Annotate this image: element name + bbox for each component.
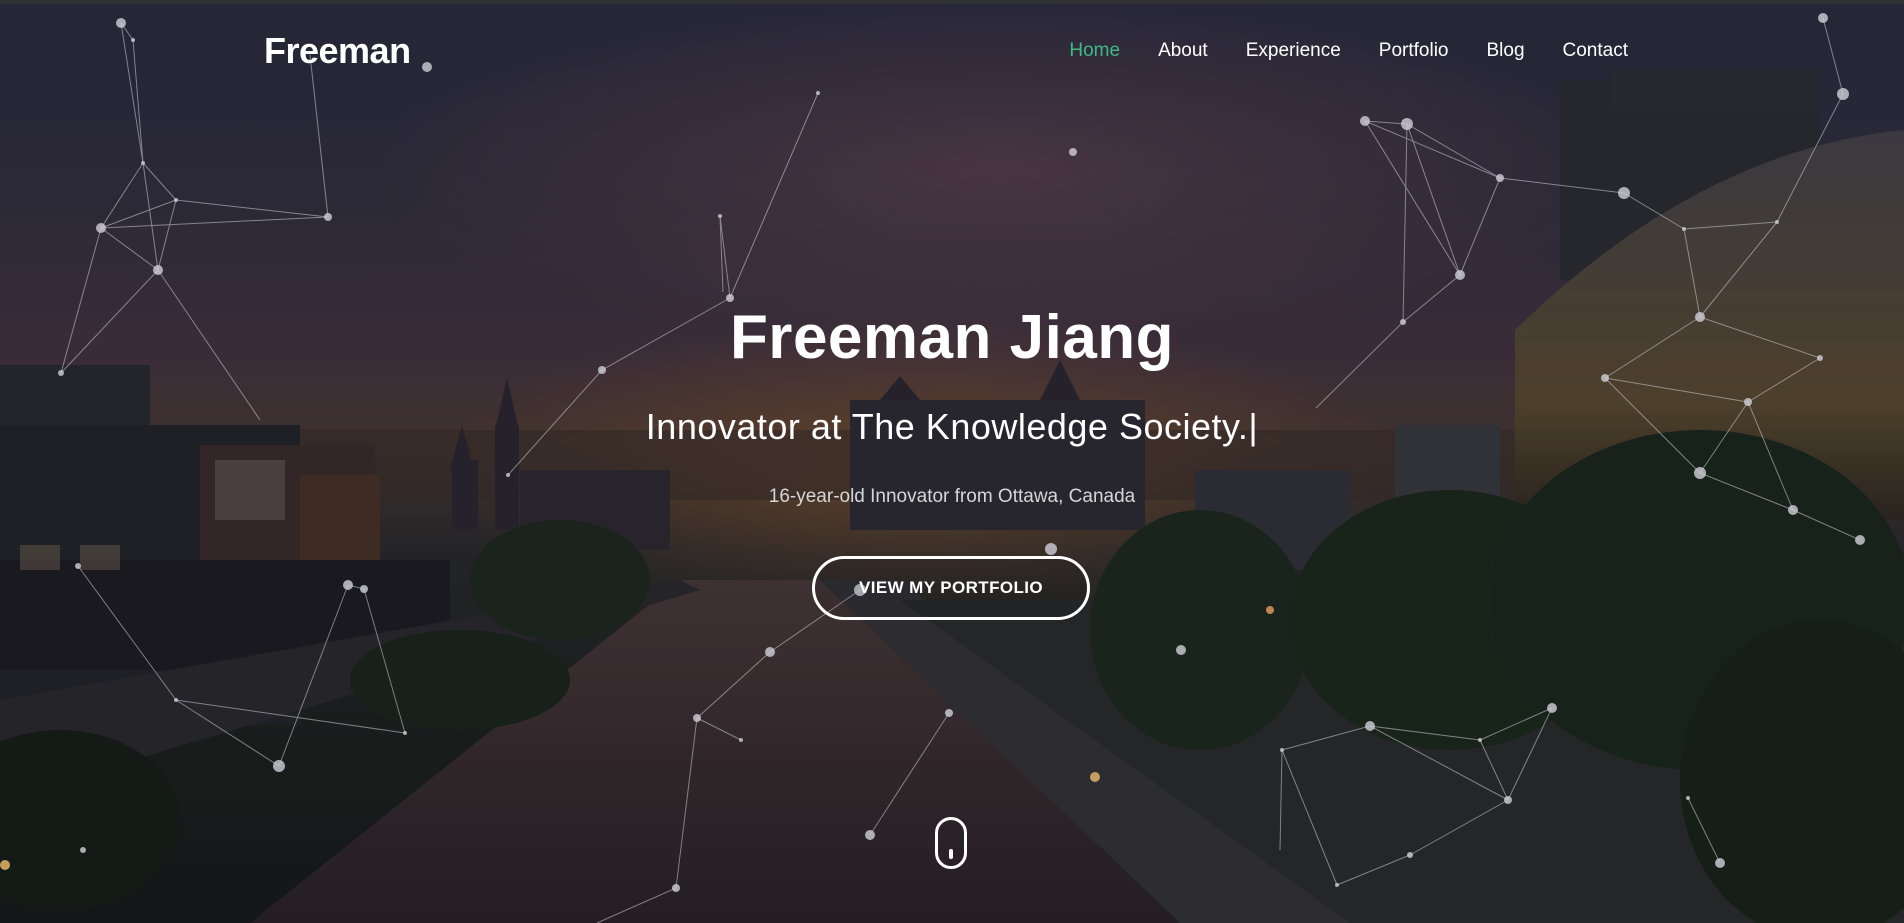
nav-link-experience[interactable]: Experience xyxy=(1246,40,1341,62)
hero-tagline: 16-year-old Innovator from Ottawa, Canad… xyxy=(768,486,1136,507)
particle-network xyxy=(58,13,1865,923)
mouse-scroll-icon[interactable] xyxy=(935,817,967,869)
nav-link-about[interactable]: About xyxy=(1158,40,1208,62)
nav-link-contact[interactable]: Contact xyxy=(1563,40,1628,62)
hero-title: Freeman Jiang xyxy=(729,303,1175,372)
nav-link-home[interactable]: Home xyxy=(1069,40,1120,62)
typing-cursor: | xyxy=(1248,406,1259,447)
hero-subtitle: Innovator at The Knowledge Society.| xyxy=(0,406,1904,448)
nav-link-blog[interactable]: Blog xyxy=(1486,40,1524,62)
view-portfolio-button[interactable]: VIEW MY PORTFOLIO xyxy=(812,556,1090,620)
hero-section: Freeman Home About Experience Portfolio … xyxy=(0,0,1904,923)
mouse-wheel xyxy=(949,849,953,859)
typed-text: Innovator at The Knowledge Society. xyxy=(645,406,1249,447)
nav-link-portfolio[interactable]: Portfolio xyxy=(1379,40,1449,62)
brand-logo[interactable]: Freeman xyxy=(264,30,411,72)
main-nav: Home About Experience Portfolio Blog Con… xyxy=(1031,40,1628,62)
